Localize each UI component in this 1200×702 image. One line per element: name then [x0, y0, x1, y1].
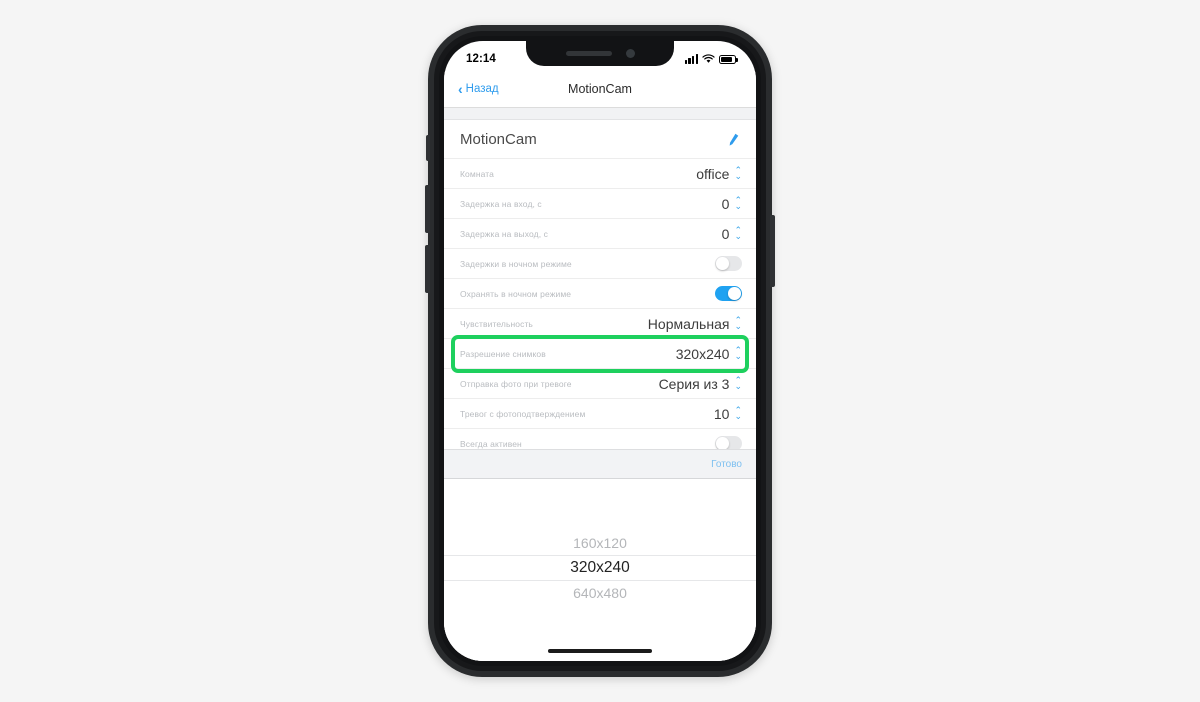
phone-screen: 12:14 ‹ Назад MotionCam MotionCam Комнат… [444, 41, 756, 661]
device-name: MotionCam [460, 130, 537, 148]
resolution-picker: Готово 160x120 320x240 640x480 [444, 449, 756, 661]
phone-frame: 12:14 ‹ Назад MotionCam MotionCam Комнат… [425, 25, 775, 677]
setting-value: 0 [721, 195, 730, 212]
setting-value: 10 [713, 405, 730, 422]
chevron-left-icon: ‹ [458, 81, 463, 97]
picker-option-selected[interactable]: 320x240 [444, 555, 756, 581]
setting-control[interactable]: 0 ⌃ ⌄ [721, 225, 742, 242]
setting-label: Всегда активен [460, 438, 522, 449]
setting-row-entry-delay[interactable]: Задержка на вход, с 0 ⌃ ⌄ [444, 188, 756, 218]
stepper-updown-icon[interactable]: ⌃ ⌄ [734, 165, 742, 180]
setting-control[interactable]: 0 ⌃ ⌄ [721, 195, 742, 212]
toggle-switch-off[interactable] [715, 256, 742, 271]
device-name-row[interactable]: MotionCam [444, 120, 756, 158]
setting-control[interactable]: 320x240 ⌃ ⌄ [675, 345, 742, 362]
setting-row-snapshot-resolution[interactable]: Разрешение снимков 320x240 ⌃ ⌄ [444, 335, 756, 373]
picker-option[interactable]: 160x120 [444, 531, 756, 555]
power-button[interactable] [770, 215, 775, 287]
back-button[interactable]: ‹ Назад [458, 82, 499, 96]
status-bar-icons [684, 54, 738, 64]
setting-value: Серия из 3 [658, 375, 730, 392]
setting-value: office [696, 165, 730, 182]
setting-label: Задержка на выход, с [460, 228, 548, 239]
section-gap [444, 108, 756, 120]
stepper-updown-icon[interactable]: ⌃ ⌄ [734, 405, 742, 420]
setting-label: Задержки в ночном режиме [460, 258, 572, 269]
setting-control[interactable]: 10 ⌃ ⌄ [713, 405, 742, 422]
setting-control[interactable]: Нормальная ⌃ ⌄ [647, 315, 742, 332]
stepper-updown-icon[interactable]: ⌃ ⌄ [734, 375, 742, 390]
setting-value: 0 [721, 225, 730, 242]
pencil-icon[interactable] [726, 131, 741, 146]
setting-label: Охранять в ночном режиме [460, 288, 572, 299]
nav-separator [444, 107, 756, 108]
front-camera-icon [625, 49, 635, 58]
setting-row-alarms-with-photo[interactable]: Тревог с фотоподтверждением 10 ⌃ ⌄ [444, 398, 756, 428]
status-bar-time: 12:14 [466, 53, 496, 65]
notch [526, 41, 674, 66]
silent-switch-button[interactable] [426, 135, 430, 161]
toggle-switch-on[interactable] [715, 286, 742, 301]
volume-down-button[interactable] [425, 245, 430, 293]
picker-option-label: 160x120 [573, 535, 627, 551]
setting-row-night-mode-delays[interactable]: Задержки в ночном режиме [444, 248, 756, 278]
navigation-bar: ‹ Назад MotionCam [444, 71, 756, 107]
picker-toolbar: Готово [444, 449, 756, 479]
setting-row-sensitivity[interactable]: Чувствительность Нормальная ⌃ ⌄ [444, 308, 756, 338]
setting-value: 320x240 [675, 345, 730, 362]
toggle-knob [716, 257, 729, 270]
setting-row-photo-on-alarm[interactable]: Отправка фото при тревоге Серия из 3 ⌃ ⌄ [444, 368, 756, 398]
setting-row-room[interactable]: Комната office ⌃ ⌄ [444, 158, 756, 188]
earpiece-speaker-icon [565, 51, 612, 56]
stepper-updown-icon[interactable]: ⌃ ⌄ [734, 345, 742, 360]
picker-wheel[interactable]: 160x120 320x240 640x480 [444, 479, 756, 661]
setting-label: Тревог с фотоподтверждением [460, 408, 586, 419]
picker-option-label: 640x480 [573, 585, 627, 601]
home-indicator[interactable] [548, 649, 652, 653]
picker-option[interactable]: 640x480 [444, 581, 756, 605]
wifi-icon [702, 54, 715, 63]
picker-done-button[interactable]: Готово [711, 459, 742, 470]
setting-label: Комната [460, 168, 494, 179]
volume-up-button[interactable] [425, 185, 430, 233]
setting-value: Нормальная [647, 315, 730, 332]
picker-option-label: 320x240 [570, 559, 630, 576]
setting-row-exit-delay[interactable]: Задержка на выход, с 0 ⌃ ⌄ [444, 218, 756, 248]
toggle-knob [716, 437, 729, 450]
setting-control[interactable]: Серия из 3 ⌃ ⌄ [658, 375, 742, 392]
battery-icon [719, 54, 738, 64]
setting-label: Разрешение снимков [460, 348, 546, 359]
setting-label: Отправка фото при тревоге [460, 378, 572, 389]
back-button-label: Назад [465, 83, 499, 95]
setting-label: Чувствительность [460, 318, 533, 329]
stepper-updown-icon[interactable]: ⌃ ⌄ [734, 225, 742, 240]
setting-label: Задержка на вход, с [460, 198, 542, 209]
stepper-updown-icon[interactable]: ⌃ ⌄ [734, 315, 742, 330]
toggle-knob [728, 287, 741, 300]
setting-row-arm-in-night-mode[interactable]: Охранять в ночном режиме [444, 278, 756, 308]
setting-control[interactable]: office ⌃ ⌄ [696, 165, 742, 182]
cellular-bars-icon [684, 54, 698, 64]
stepper-updown-icon[interactable]: ⌃ ⌄ [734, 195, 742, 210]
